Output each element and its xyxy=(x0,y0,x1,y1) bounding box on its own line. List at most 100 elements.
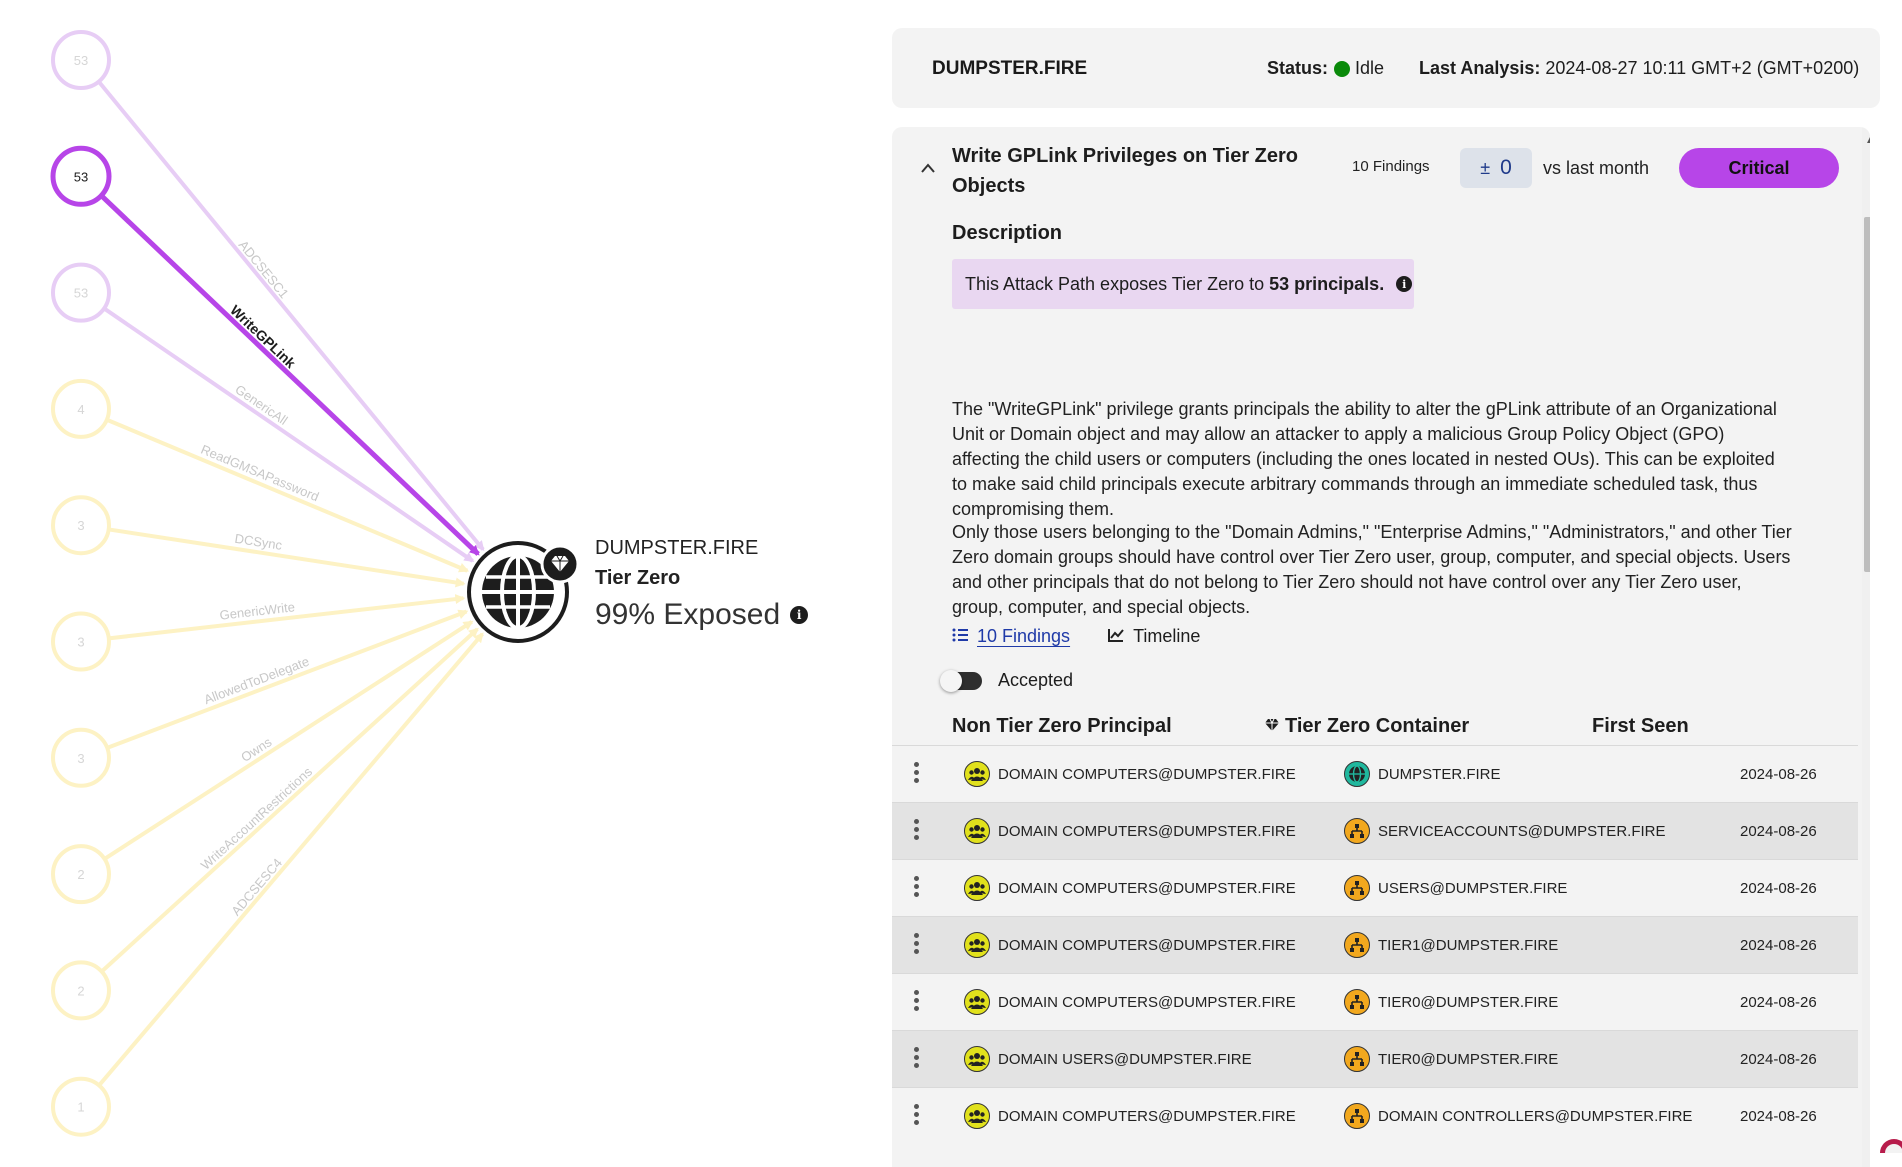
attack-path-graph[interactable]: ADCSESC1 WriteGPLink GenericAll ReadGMSAPas… xyxy=(0,0,880,1153)
edge-adcsesc4[interactable] xyxy=(97,632,484,1087)
table-row[interactable]: DOMAIN COMPUTERS@DUMPSTER.FIRE USERS@DUMP… xyxy=(892,859,1858,916)
info-icon[interactable]: i xyxy=(790,606,809,624)
status-dot-icon xyxy=(1334,60,1351,77)
source-node-count: 3 xyxy=(77,751,84,766)
edge-writegplink[interactable] xyxy=(99,193,480,556)
container-cell: USERS@DUMPSTER.FIRE xyxy=(1344,860,1567,916)
last-analysis-label: Last Analysis: xyxy=(1419,58,1541,78)
column-header-principal[interactable]: Non Tier Zero Principal xyxy=(952,715,1172,738)
status-value: Idle xyxy=(1355,58,1385,78)
table-row[interactable]: DOMAIN COMPUTERS@DUMPSTER.FIRE TIER1@DUMP… xyxy=(892,916,1858,973)
container-cell: SERVICEACCOUNTS@DUMPSTER.FIRE xyxy=(1344,803,1665,859)
target-domain-node[interactable] xyxy=(467,541,580,643)
status-label: Status: xyxy=(1267,58,1329,78)
principal-cell: DOMAIN COMPUTERS@DUMPSTER.FIRE xyxy=(964,746,1296,802)
principal-name[interactable]: DOMAIN COMPUTERS@DUMPSTER.FIRE xyxy=(998,880,1296,897)
edge-genericall[interactable] xyxy=(102,306,475,563)
principal-name[interactable]: DOMAIN COMPUTERS@DUMPSTER.FIRE xyxy=(998,823,1296,840)
source-node-count: 53 xyxy=(74,169,88,184)
month-delta-badge: ± 0 xyxy=(1460,148,1532,188)
container-cell: DOMAIN CONTROLLERS@DUMPSTER.FIRE xyxy=(1344,1088,1692,1144)
table-row[interactable]: DOMAIN COMPUTERS@DUMPSTER.FIRE DOMAIN CON… xyxy=(892,1087,1858,1144)
scrollbar-thumb[interactable] xyxy=(1864,217,1870,572)
kebab-menu-icon[interactable] xyxy=(914,1104,920,1128)
column-header-container-label: Tier Zero Container xyxy=(1285,715,1470,737)
first-seen-cell: 2024-08-26 xyxy=(1740,936,1817,954)
line-chart-icon xyxy=(1108,627,1124,647)
principal-name[interactable]: DOMAIN COMPUTERS@DUMPSTER.FIRE xyxy=(998,994,1296,1011)
principal-name[interactable]: DOMAIN COMPUTERS@DUMPSTER.FIRE xyxy=(998,1108,1296,1125)
details-panel: DUMPSTER.FIRE Status: Idle Last Analysis… xyxy=(892,0,1882,1167)
ou-icon xyxy=(1344,875,1370,901)
kebab-menu-icon[interactable] xyxy=(914,1047,920,1071)
table-row[interactable]: DOMAIN COMPUTERS@DUMPSTER.FIRE TIER0@DUMP… xyxy=(892,973,1858,1030)
container-name[interactable]: DOMAIN CONTROLLERS@DUMPSTER.FIRE xyxy=(1378,1108,1692,1125)
last-analysis: Last Analysis: 2024-08-27 10:11 GMT+2 (GM… xyxy=(1419,58,1859,79)
domain-title: DUMPSTER.FIRE xyxy=(932,58,1088,79)
kebab-menu-icon[interactable] xyxy=(914,990,920,1014)
edge-label-adcsesc1: ADCSESC1 xyxy=(236,237,292,301)
plus-minus-icon: ± xyxy=(1480,157,1491,178)
table-row[interactable]: DOMAIN COMPUTERS@DUMPSTER.FIRE DUMPSTER.F… xyxy=(892,745,1858,802)
group-icon xyxy=(964,1103,990,1129)
group-icon xyxy=(964,875,990,901)
first-seen-cell: 2024-08-26 xyxy=(1740,993,1817,1011)
list-icon xyxy=(952,627,968,647)
attack-path-title: Write GPLink Privileges on Tier Zero Obj… xyxy=(952,145,1299,197)
principal-name[interactable]: DOMAIN COMPUTERS@DUMPSTER.FIRE xyxy=(998,766,1296,783)
severity-badge: Critical xyxy=(1679,148,1839,188)
principal-name[interactable]: DOMAIN COMPUTERS@DUMPSTER.FIRE xyxy=(998,937,1296,954)
target-domain-name: DUMPSTER.FIRE xyxy=(595,537,759,559)
container-name[interactable]: TIER0@DUMPSTER.FIRE xyxy=(1378,1051,1558,1068)
principal-cell: DOMAIN COMPUTERS@DUMPSTER.FIRE xyxy=(964,860,1296,916)
tab-timeline[interactable]: Timeline xyxy=(1108,626,1200,647)
first-seen-cell: 2024-08-26 xyxy=(1740,1107,1817,1125)
target-node-label: DUMPSTER.FIRE Tier Zero 99% Exposed i xyxy=(595,537,809,632)
findings-tabs: 10 Findings Timeline xyxy=(952,626,1238,647)
principal-name[interactable]: DOMAIN USERS@DUMPSTER.FIRE xyxy=(998,1051,1252,1068)
container-cell: TIER0@DUMPSTER.FIRE xyxy=(1344,974,1558,1030)
tab-findings[interactable]: 10 Findings xyxy=(952,626,1070,647)
edge-label-readgmsapassword: ReadGMSAPassword xyxy=(199,442,321,505)
kebab-menu-icon[interactable] xyxy=(914,933,920,957)
container-name[interactable]: TIER1@DUMPSTER.FIRE xyxy=(1378,937,1558,954)
container-name[interactable]: SERVICEACCOUNTS@DUMPSTER.FIRE xyxy=(1378,823,1665,840)
ou-icon xyxy=(1344,818,1370,844)
container-cell: DUMPSTER.FIRE xyxy=(1344,746,1501,802)
accepted-toggle[interactable] xyxy=(940,669,982,692)
tab-findings-label: 10 Findings xyxy=(977,626,1071,646)
source-nodes-layer: 53 53 53 4 3 3 3 2 2 1 xyxy=(50,30,112,1137)
container-name[interactable]: TIER0@DUMPSTER.FIRE xyxy=(1378,994,1558,1011)
toggle-knob xyxy=(940,669,962,692)
source-node-count: 3 xyxy=(77,518,84,533)
source-node-count: 2 xyxy=(77,867,84,882)
scroll-up-icon[interactable]: ▲ xyxy=(1865,135,1870,146)
source-node-count: 4 xyxy=(77,402,84,417)
principal-cell: DOMAIN COMPUTERS@DUMPSTER.FIRE xyxy=(964,917,1296,973)
container-name[interactable]: DUMPSTER.FIRE xyxy=(1378,766,1501,783)
first-seen-cell: 2024-08-26 xyxy=(1740,822,1817,840)
edge-owns[interactable] xyxy=(103,620,474,861)
group-icon xyxy=(964,818,990,844)
group-icon xyxy=(964,989,990,1015)
edge-label-allowedtodelegate: AllowedToDelegate xyxy=(202,654,311,708)
table-row[interactable]: DOMAIN USERS@DUMPSTER.FIRE TIER0@DUMPSTER… xyxy=(892,1030,1858,1087)
chevron-up-icon[interactable] xyxy=(920,157,936,180)
kebab-menu-icon[interactable] xyxy=(914,762,920,786)
column-header-container[interactable]: Tier Zero Container xyxy=(1264,715,1469,738)
panel-scrollbar[interactable]: ▲ xyxy=(1862,127,1870,1167)
container-name[interactable]: USERS@DUMPSTER.FIRE xyxy=(1378,880,1567,897)
column-header-first-seen[interactable]: First Seen xyxy=(1592,715,1689,738)
edge-dcsync[interactable] xyxy=(108,527,466,588)
table-row[interactable]: DOMAIN COMPUTERS@DUMPSTER.FIRE SERVICEACC… xyxy=(892,802,1858,859)
tier-zero-gem-icon xyxy=(1264,718,1280,736)
target-tier-label: Tier Zero xyxy=(595,567,681,589)
edge-label-writeaccountrestrictions: WriteAccountRestrictions xyxy=(198,764,316,873)
first-seen-cell: 2024-08-26 xyxy=(1740,765,1817,783)
principal-cell: DOMAIN COMPUTERS@DUMPSTER.FIRE xyxy=(964,1088,1296,1144)
kebab-menu-icon[interactable] xyxy=(914,819,920,843)
status-indicator: Status: Idle xyxy=(1267,58,1384,79)
kebab-menu-icon[interactable] xyxy=(914,876,920,900)
description-paragraph-1: The "WriteGPLink" privilege grants princ… xyxy=(952,273,1792,522)
finding-detail-card: Write GPLink Privileges on Tier Zero Obj… xyxy=(892,127,1870,1167)
